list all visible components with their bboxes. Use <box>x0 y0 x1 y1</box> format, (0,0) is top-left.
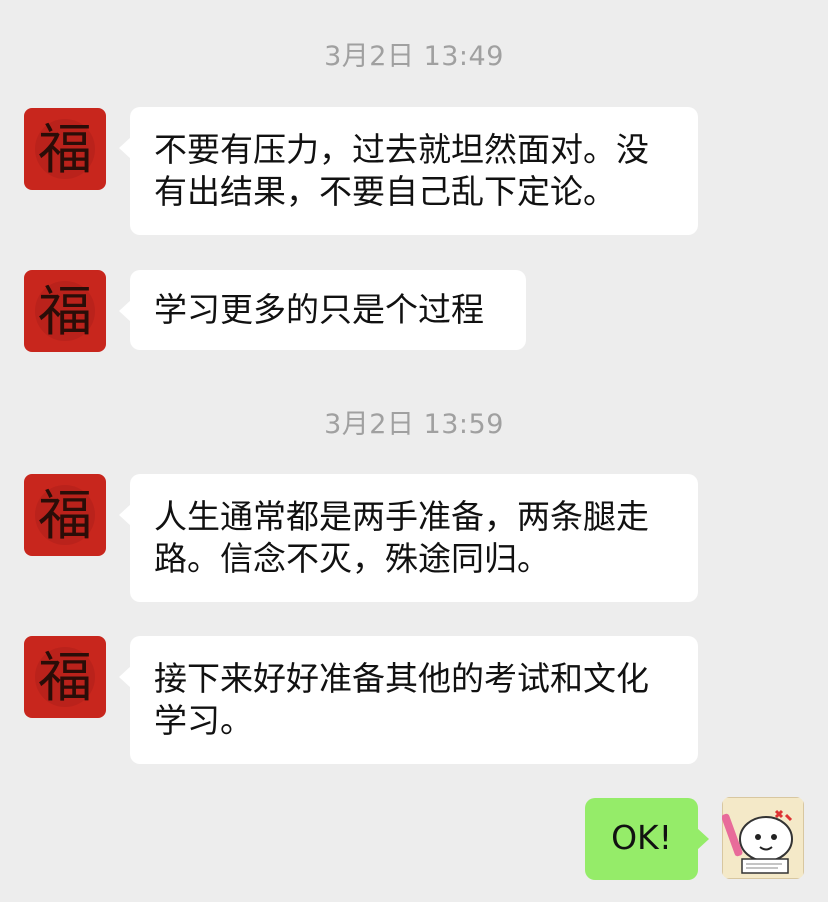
message-bubble-outgoing[interactable]: OK! <box>585 798 709 880</box>
message-bubble-incoming[interactable]: 不要有压力，过去就坦然面对。没有出结果，不要自己乱下定论。 <box>119 107 698 235</box>
cartoon-sticker-icon <box>722 797 804 879</box>
message-bubble-incoming[interactable]: 接下来好好准备其他的考试和文化学习。 <box>119 636 698 764</box>
message-text: 学习更多的只是个过程 <box>154 290 484 329</box>
timestamp: 3月2日 13:49 <box>324 41 504 72</box>
fu-calligraphy-icon: 福 <box>24 270 106 352</box>
message-text: 接下来好好准备其他的考试和文化学习。 <box>154 659 649 740</box>
fu-calligraphy-icon: 福 <box>24 636 106 718</box>
message-text: 不要有压力，过去就坦然面对。没有出结果，不要自己乱下定论。 <box>154 130 649 211</box>
message-text: 人生通常都是两手准备，两条腿走路。信念不灭，殊途同归。 <box>154 497 649 578</box>
fu-calligraphy-icon: 福 <box>24 474 106 556</box>
svg-text:福: 福 <box>38 118 92 181</box>
svg-text:福: 福 <box>38 484 92 547</box>
contact-avatar[interactable]: 福 <box>24 108 106 190</box>
contact-avatar[interactable]: 福 <box>24 270 106 352</box>
self-avatar[interactable] <box>722 797 804 879</box>
contact-avatar[interactable]: 福 <box>24 474 106 556</box>
timestamp: 3月2日 13:59 <box>324 409 504 440</box>
svg-text:福: 福 <box>38 646 92 709</box>
message-bubble-incoming[interactable]: 人生通常都是两手准备，两条腿走路。信念不灭，殊途同归。 <box>119 474 698 602</box>
contact-avatar[interactable]: 福 <box>24 636 106 718</box>
svg-text:福: 福 <box>38 280 92 343</box>
fu-calligraphy-icon: 福 <box>24 108 106 190</box>
message-text: OK! <box>611 818 672 857</box>
message-bubble-incoming[interactable]: 学习更多的只是个过程 <box>119 270 526 350</box>
